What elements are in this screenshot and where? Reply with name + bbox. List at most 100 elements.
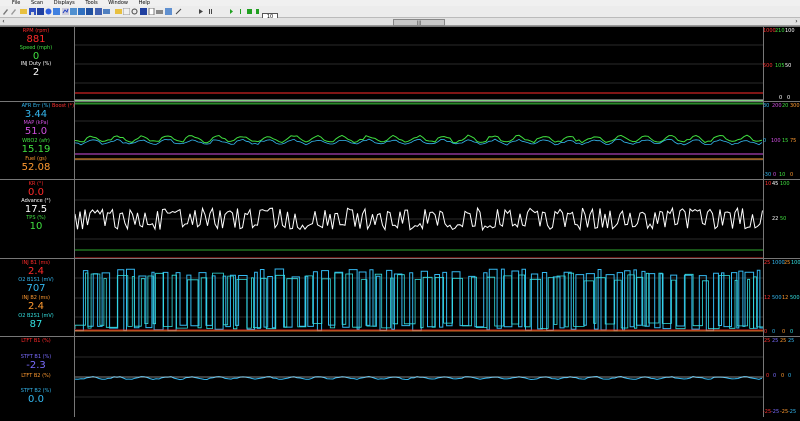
play-icon[interactable] bbox=[197, 8, 204, 15]
scale-label: 1000 bbox=[772, 260, 785, 266]
scale-label: -25 bbox=[780, 409, 789, 415]
chart-panel-fuel-trims: LTFT B1 (%) STFT B1 (%) -2.3 LTFT B2 (%)… bbox=[0, 336, 800, 417]
scale-label: 200 bbox=[772, 103, 782, 109]
scroll-right-arrow-icon[interactable]: › bbox=[793, 18, 800, 25]
air-fuel-traces bbox=[74, 102, 763, 161]
channel-inj-b1[interactable]: INJ B1 (ms) 2.4 bbox=[0, 260, 72, 277]
pencil-icon[interactable] bbox=[2, 8, 9, 15]
channel-kr[interactable]: KR (°) 0.0 bbox=[0, 181, 72, 198]
plot-area[interactable] bbox=[74, 259, 764, 337]
scale-label: -30 bbox=[763, 172, 772, 178]
channel-value: -2.3 bbox=[26, 360, 46, 371]
scale-label: 0 bbox=[773, 172, 777, 178]
scale-label: 0 bbox=[790, 329, 794, 335]
disk-icon[interactable] bbox=[140, 8, 147, 15]
channel-stft-b2[interactable]: STFT B2 (%) 0.0 bbox=[0, 388, 72, 405]
channel-ltft-b2[interactable]: LTFT B2 (%) bbox=[0, 373, 72, 379]
scale-column: 30 200 20 300 0 100 15 75 -30 0 10 0 bbox=[763, 102, 800, 180]
channel-map[interactable]: MAP (kPa) 51.0 bbox=[0, 120, 72, 137]
channel-advance[interactable]: Advance (°) 17.5 bbox=[0, 198, 72, 215]
channel-value: 2 bbox=[32, 67, 40, 78]
channel-inj-duty[interactable]: INJ Duty (%) 2 bbox=[0, 61, 72, 78]
save-as-icon[interactable] bbox=[37, 8, 44, 15]
step-icon[interactable] bbox=[237, 8, 244, 15]
arrow-icon[interactable] bbox=[175, 8, 182, 15]
channel-speed[interactable]: Speed (mph) 0 bbox=[0, 45, 72, 62]
scale-label: 105 bbox=[775, 63, 785, 69]
connect-icon[interactable] bbox=[103, 8, 110, 15]
engine-traces bbox=[75, 44, 763, 102]
scale-label: 50 bbox=[785, 63, 792, 69]
print-icon[interactable] bbox=[156, 8, 163, 15]
pause-icon[interactable] bbox=[207, 8, 214, 15]
injector-traces bbox=[74, 268, 763, 332]
scale-label: 1000 bbox=[791, 260, 800, 266]
stop-icon[interactable] bbox=[246, 8, 253, 15]
channel-rpm[interactable]: RPM (rpm) 881 bbox=[0, 28, 72, 45]
channel-value: 15.19 bbox=[21, 144, 51, 155]
scale-label: 0 bbox=[764, 329, 768, 335]
marker-icon[interactable] bbox=[254, 8, 261, 15]
scale-label: 300 bbox=[790, 103, 800, 109]
scale-label: 500 bbox=[772, 295, 782, 301]
panel-labels: RPM (rpm) 881 Speed (mph) 0 INJ Duty (%)… bbox=[0, 27, 72, 102]
scale-label: 100 bbox=[771, 138, 781, 144]
channel-fuel[interactable]: Fuel (gs) 52.08 bbox=[0, 156, 72, 173]
folder-icon[interactable] bbox=[115, 8, 122, 15]
scale-label: 100 bbox=[785, 28, 795, 34]
plot-area[interactable] bbox=[74, 27, 764, 102]
plot-area[interactable] bbox=[74, 337, 764, 417]
document-icon[interactable] bbox=[148, 8, 155, 15]
grid-icon[interactable] bbox=[53, 8, 60, 15]
plot-area[interactable] bbox=[74, 102, 764, 180]
new-icon[interactable] bbox=[123, 8, 130, 15]
channel-stft-b1[interactable]: STFT B1 (%) -2.3 bbox=[0, 354, 72, 371]
panel-labels: KR (°) 0.0 Advance (°) 17.5 TPS (%) 10 bbox=[0, 180, 72, 259]
record-icon[interactable] bbox=[45, 8, 52, 15]
scale-label: 0 bbox=[782, 329, 786, 335]
channel-value: 0.0 bbox=[28, 187, 44, 198]
channel-wbo2[interactable]: WBO2 (afr) 15.19 bbox=[0, 138, 72, 155]
channel-value: 3.44 bbox=[24, 109, 48, 120]
list-icon[interactable] bbox=[95, 8, 102, 15]
chart-panel-ignition: KR (°) 0.0 Advance (°) 17.5 TPS (%) 10 1… bbox=[0, 179, 800, 259]
chart-icon[interactable] bbox=[62, 8, 69, 15]
channel-inj-b2[interactable]: INJ B2 (ms) 2.4 bbox=[0, 295, 72, 312]
scale-label: 20 bbox=[782, 103, 789, 109]
pencil-alt-icon[interactable] bbox=[10, 8, 17, 15]
scale-label: 22 bbox=[772, 216, 779, 222]
scale-label: 100 bbox=[780, 181, 790, 187]
plot-area[interactable] bbox=[74, 180, 764, 259]
channel-boost-label[interactable]: Boost (*) bbox=[52, 103, 74, 109]
gauge-icon[interactable] bbox=[78, 8, 85, 15]
refresh-icon[interactable] bbox=[131, 8, 138, 15]
export-icon[interactable] bbox=[165, 8, 172, 15]
scale-column: 10 45 100 22 50 bbox=[763, 180, 800, 259]
channel-o2-b2s1[interactable]: O2 B2S1 (mV) 87 bbox=[0, 313, 72, 330]
scroll-thumb[interactable]: ||| bbox=[393, 19, 445, 26]
scale-label: 0 bbox=[788, 373, 792, 379]
scale-label: 25 bbox=[788, 338, 795, 344]
scale-label: 45 bbox=[772, 181, 779, 187]
scale-label: 500 bbox=[790, 295, 800, 301]
open-icon[interactable] bbox=[20, 8, 27, 15]
scale-label: 15 bbox=[782, 138, 789, 144]
step-forward-icon[interactable] bbox=[228, 8, 235, 15]
channel-value: 2.4 bbox=[28, 301, 44, 312]
channel-value: 87 bbox=[29, 319, 43, 330]
scale-label: 210 bbox=[775, 28, 785, 34]
timeline-scrollbar[interactable]: ‹ ||| › bbox=[0, 18, 800, 26]
table-icon[interactable] bbox=[70, 8, 77, 15]
scale-label: 12 bbox=[764, 295, 771, 301]
scale-label: 0 bbox=[772, 329, 776, 335]
channel-tps[interactable]: TPS (%) 10 bbox=[0, 215, 72, 232]
channel-o2-b1s1[interactable]: O2 B1S1 (mV) 707 bbox=[0, 277, 72, 294]
save-icon[interactable] bbox=[29, 8, 36, 15]
layout-icon[interactable] bbox=[86, 8, 93, 15]
scale-label: -25 bbox=[788, 409, 797, 415]
channel-name: LTFT B1 (%) bbox=[21, 338, 51, 344]
scroll-left-arrow-icon[interactable]: ‹ bbox=[0, 18, 7, 25]
channel-value: 0.0 bbox=[28, 394, 44, 405]
scale-label: 25 bbox=[780, 338, 787, 344]
channel-ltft-b1[interactable]: LTFT B1 (%) bbox=[0, 338, 72, 344]
